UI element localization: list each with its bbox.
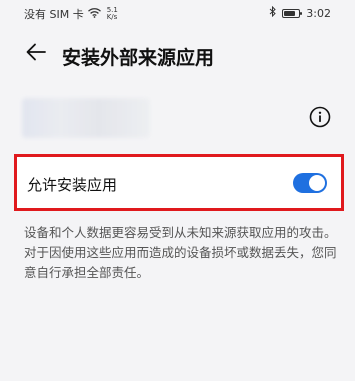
allow-install-label: 允许安装应用 bbox=[27, 176, 118, 194]
net-speed-unit: K/s bbox=[106, 13, 118, 21]
net-speed: 5.1 K/s bbox=[107, 7, 118, 21]
app-name-redacted bbox=[22, 98, 150, 138]
allow-install-setting[interactable]: 允许安装应用 bbox=[14, 154, 344, 211]
info-icon bbox=[309, 106, 331, 132]
status-right: 3:02 bbox=[269, 5, 331, 20]
status-left: 没有 SIM 卡 5.1 K/s bbox=[24, 6, 118, 22]
warning-text: 设备和个人数据更容易受到从未知来源获取应用的攻击。对于因使用这些应用而造成的设备… bbox=[24, 225, 337, 280]
carrier-text: 没有 SIM 卡 bbox=[24, 8, 84, 21]
bluetooth-icon bbox=[269, 5, 277, 20]
allow-install-toggle[interactable] bbox=[293, 173, 327, 193]
clock: 3:02 bbox=[306, 6, 331, 20]
battery-icon bbox=[282, 8, 303, 18]
app-info-row bbox=[0, 96, 355, 140]
page-title: 安装外部来源应用 bbox=[62, 47, 215, 69]
back-arrow-icon bbox=[26, 43, 46, 65]
back-button[interactable] bbox=[22, 40, 50, 68]
status-bar: 没有 SIM 卡 5.1 K/s 3:02 bbox=[0, 0, 355, 28]
battery-fill bbox=[284, 10, 295, 16]
app-info-button[interactable] bbox=[309, 106, 331, 128]
title-bar: 安装外部来源应用 bbox=[0, 34, 355, 74]
toggle-knob bbox=[309, 175, 325, 191]
wifi-icon bbox=[87, 7, 101, 21]
